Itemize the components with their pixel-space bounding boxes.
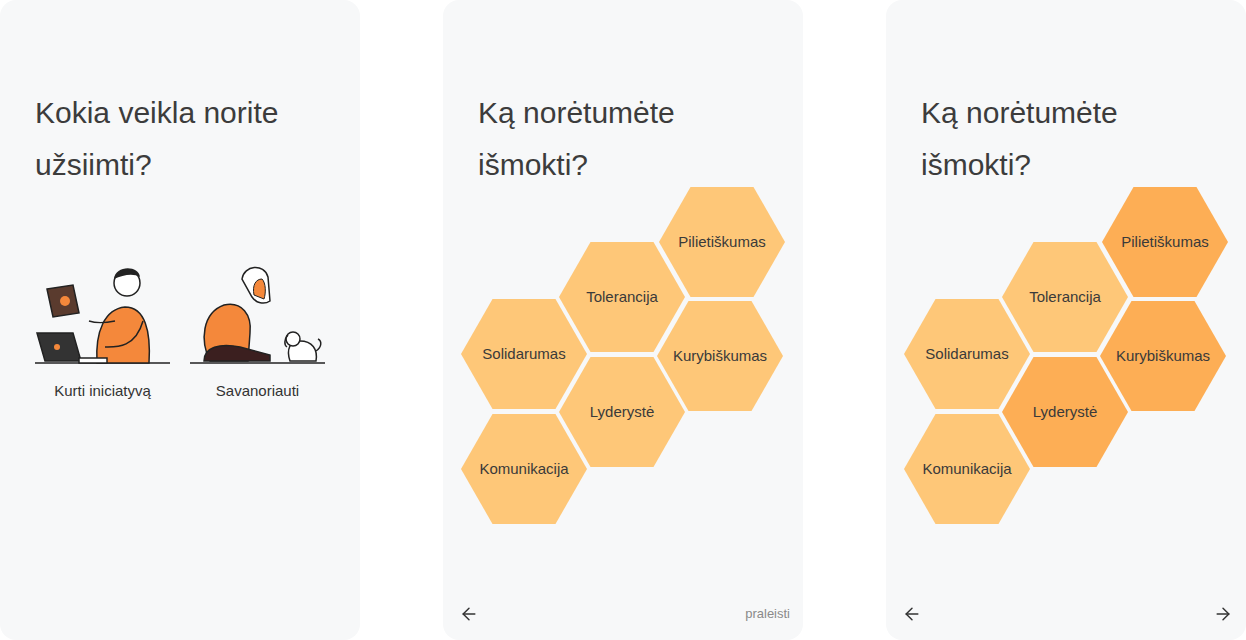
bottom-nav <box>886 604 1246 640</box>
skill-hexagon[interactable]: Tolerancija <box>1002 242 1128 352</box>
activity-option[interactable]: Savanoriauti <box>190 261 325 403</box>
skill-label: Solidarumas <box>925 343 1008 366</box>
skills-card: Ką norėtumėte išmokti? Pilietiškumas Toler… <box>443 0 803 640</box>
skill-label: Komunikacija <box>922 458 1011 481</box>
skill-label: Lyderystė <box>590 401 654 424</box>
skill-label: Lyderystė <box>1033 401 1097 424</box>
skill-label: Tolerancija <box>1029 286 1101 309</box>
skill-hexagon[interactable]: Tolerancija <box>559 242 685 352</box>
skill-honeycomb: Pilietiškumas Tolerancija Kurybiškumas Soli… <box>443 185 803 530</box>
skill-label: Tolerancija <box>586 286 658 309</box>
activity-card: Kokia veikla norite užsiimti? Kurti inici… <box>0 0 360 640</box>
skill-hexagon[interactable]: Pilietiškumas <box>1102 187 1228 297</box>
screen-title: Ką norėtumėte išmokti? <box>921 87 1211 191</box>
screen-title: Kokia veikla norite užsiimti? <box>35 87 325 191</box>
skill-hexagon[interactable]: Solidarumas <box>904 299 1030 409</box>
skill-hexagon[interactable]: Kurybiškumas <box>1100 301 1226 411</box>
skill-label: Pilietiškumas <box>678 231 766 254</box>
skill-label: Pilietiškumas <box>1121 231 1209 254</box>
option-label: Kurti iniciatyvą <box>54 380 151 403</box>
activity-option[interactable]: Kurti iniciatyvą <box>35 261 170 403</box>
bottom-nav: praleisti <box>443 604 803 640</box>
skill-label: Solidarumas <box>482 343 565 366</box>
skill-hexagon[interactable]: Pilietiškumas <box>659 187 785 297</box>
back-arrow-icon[interactable] <box>902 604 922 624</box>
volunteer-illustration <box>190 261 325 366</box>
option-list: Kurti iniciatyvą Savanoriauti <box>35 261 325 403</box>
skill-hexagon[interactable]: Komunikacija <box>904 414 1030 524</box>
skill-hexagon[interactable]: Lyderystė <box>559 357 685 467</box>
back-arrow-icon[interactable] <box>459 604 479 624</box>
create-initiative-illustration <box>35 261 170 366</box>
skill-label: Kurybiškumas <box>1116 345 1210 368</box>
skills-card: Ką norėtumėte išmokti? Pilietiškumas Toler… <box>886 0 1246 640</box>
skill-hexagon[interactable]: Kurybiškumas <box>657 301 783 411</box>
skill-hexagon[interactable]: Lyderystė <box>1002 357 1128 467</box>
screen-title: Ką norėtumėte išmokti? <box>478 87 768 191</box>
onboarding-screens: Kokia veikla norite užsiimti? Kurti inici… <box>0 0 1246 640</box>
option-label: Savanoriauti <box>216 380 299 403</box>
skip-link[interactable]: praleisti <box>745 604 790 624</box>
skill-label: Komunikacija <box>479 458 568 481</box>
skill-hexagon[interactable]: Komunikacija <box>461 414 587 524</box>
skill-hexagon[interactable]: Solidarumas <box>461 299 587 409</box>
skill-honeycomb: Pilietiškumas Tolerancija Kurybiškumas Soli… <box>886 185 1246 530</box>
skill-label: Kurybiškumas <box>673 345 767 368</box>
next-arrow-icon[interactable] <box>1213 604 1233 624</box>
